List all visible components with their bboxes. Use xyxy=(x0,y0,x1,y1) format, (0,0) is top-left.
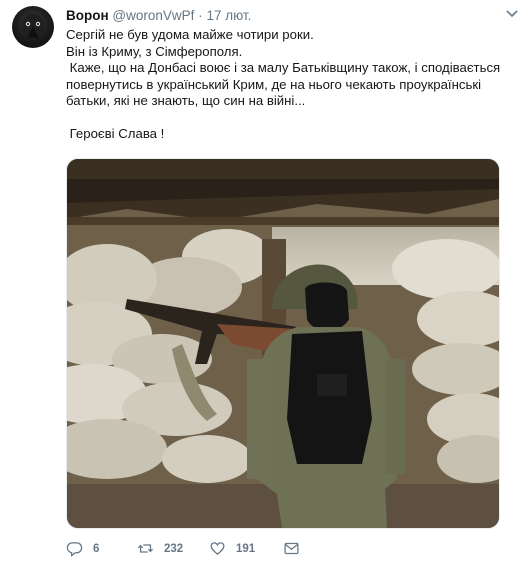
tweet-line-1: Сергій не був удома майже чотири роки. xyxy=(66,27,314,42)
raven-avatar-icon xyxy=(22,14,44,39)
like-button[interactable]: 191 xyxy=(209,540,255,557)
author-handle[interactable]: @woronVwPf xyxy=(112,8,194,23)
tweet-line-2: Він із Криму, з Сімферополя. xyxy=(66,43,243,59)
tweet-date[interactable]: 17 лют. xyxy=(206,8,251,23)
retweet-button[interactable]: 232 xyxy=(137,540,183,557)
reply-icon xyxy=(66,542,83,557)
soldier-trench-photo xyxy=(67,159,499,528)
like-count: 191 xyxy=(236,542,256,555)
retweet-count: 232 xyxy=(164,542,184,555)
header-separator: · xyxy=(198,8,203,23)
reply-button[interactable]: 6 xyxy=(66,540,99,557)
heart-icon xyxy=(210,542,225,555)
avatar[interactable] xyxy=(12,6,54,48)
envelope-icon xyxy=(284,542,299,555)
tweet-line-3: Каже, що на Донбасі воює і за малу Батьк… xyxy=(66,60,504,108)
tweet-header: Ворон @woronVwPf · 17 лют. xyxy=(66,8,251,23)
retweet-icon xyxy=(137,544,154,553)
tweet-text: Сергій не був удома майже чотири роки. В… xyxy=(66,27,506,143)
reply-count: 6 xyxy=(93,542,100,555)
direct-message-button[interactable] xyxy=(283,540,300,557)
tweet-line-5: Героєві Слава ! xyxy=(66,126,165,141)
tweet-photo[interactable] xyxy=(66,158,500,529)
author-name[interactable]: Ворон xyxy=(66,8,109,23)
chevron-down-icon[interactable] xyxy=(505,6,519,20)
tweet-actions: 6 232 191 xyxy=(66,540,506,558)
